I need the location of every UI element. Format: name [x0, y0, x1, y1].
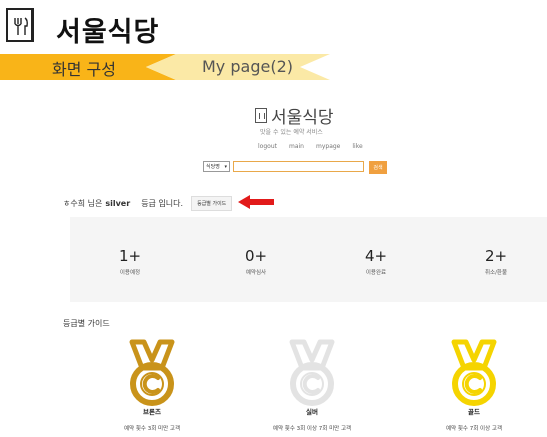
- reservation-stats-panel: 1+ 이용예정 0+ 예약심사 4+ 이용완료 2+ 취소/환불: [70, 217, 547, 302]
- grade-prefix: ㅎ수희 님은: [63, 199, 103, 208]
- stat-label: 이용예정: [119, 270, 141, 276]
- tab-screen-layout[interactable]: 화면 구성: [52, 56, 116, 80]
- stat-value: 4+: [364, 247, 388, 265]
- search-input[interactable]: [233, 161, 364, 172]
- chevron-down-icon: ▾: [224, 163, 227, 170]
- medal-desc-silver: 예약 횟수 3회 이상 7회 미만 고객: [272, 426, 352, 432]
- site-brand-text: 서울식당: [271, 108, 334, 128]
- medal-name-silver: 실버: [306, 408, 318, 416]
- restaurant-logo-icon: [255, 108, 267, 123]
- nav-mypage[interactable]: mypage: [316, 143, 340, 150]
- search-bar: 식당명 ▾ 검색: [203, 161, 387, 174]
- stat-upcoming[interactable]: 1+ 이용예정: [90, 247, 170, 276]
- stat-label: 이용완료: [365, 270, 387, 276]
- stat-under-review[interactable]: 0+ 예약심사: [216, 247, 296, 276]
- search-category-select[interactable]: 식당명 ▾: [203, 161, 230, 172]
- slide-title: 서울식당: [56, 17, 160, 48]
- grade-value: silver: [105, 199, 131, 208]
- stat-value: 0+: [244, 247, 268, 265]
- stat-completed[interactable]: 4+ 이용완료: [336, 247, 416, 276]
- medal-name-bronze: 브론즈: [143, 408, 161, 416]
- stat-value: 2+: [484, 247, 508, 265]
- grade-guide-title: 등급별 가이드: [63, 319, 110, 328]
- medal-desc-bronze: 예약 횟수 3회 미만 고객: [123, 426, 181, 432]
- red-arrow-icon: [238, 195, 274, 209]
- grade-guide-button[interactable]: 등급별 가이드: [191, 196, 233, 211]
- stat-cancelled[interactable]: 2+ 취소/환불: [456, 247, 536, 276]
- nav-main[interactable]: main: [289, 143, 304, 150]
- grade-suffix: 등급 입니다.: [141, 199, 184, 208]
- site-brand[interactable]: 서울식당: [255, 103, 334, 128]
- medal-desc-gold: 예약 횟수 7회 이상 고객: [445, 426, 503, 432]
- stat-label: 취소/환불: [484, 270, 508, 276]
- tab-my-page-2[interactable]: My page(2): [202, 57, 293, 76]
- search-button[interactable]: 검색: [369, 161, 387, 174]
- grade-status-line: ㅎ수희 님은 silver 등급 입니다. 등급별 가이드: [63, 196, 233, 211]
- nav-like[interactable]: like: [352, 143, 362, 150]
- medal-name-gold: 골드: [468, 408, 480, 416]
- site-tagline: 맛을 수 있는 예약 서비스: [260, 129, 323, 136]
- restaurant-logo-icon: [6, 8, 34, 42]
- gold-medal-icon: [451, 339, 497, 406]
- site-nav: logout main mypage like: [258, 143, 363, 150]
- stat-value: 1+: [118, 247, 142, 265]
- nav-logout[interactable]: logout: [258, 143, 277, 150]
- search-select-value: 식당명: [206, 164, 220, 170]
- silver-medal-icon: [289, 339, 335, 406]
- bronze-medal-icon: [129, 339, 175, 406]
- stat-label: 예약심사: [245, 270, 267, 276]
